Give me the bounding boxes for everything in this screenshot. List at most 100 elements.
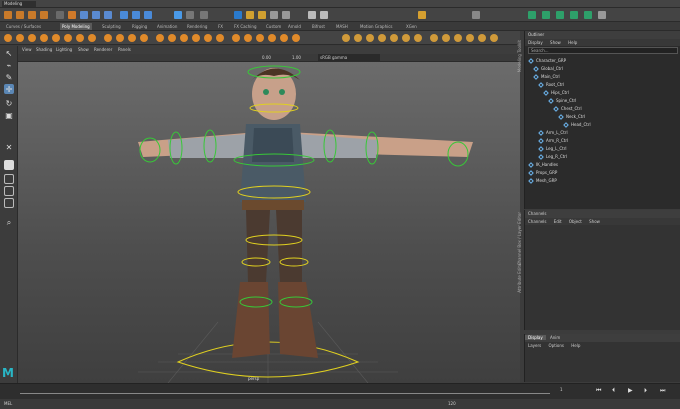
channel-box-icon[interactable]	[584, 11, 592, 19]
outliner-item[interactable]: Hips_Ctrl	[543, 89, 569, 97]
outliner-item[interactable]: Neck_Ctrl	[558, 113, 585, 121]
tab-xgen[interactable]: XGen	[404, 23, 419, 30]
append-icon[interactable]	[216, 34, 224, 42]
layout-uv-icon[interactable]	[402, 34, 410, 42]
tab-poly-modeling[interactable]: Poly Modeling	[60, 23, 92, 30]
single-view-icon[interactable]	[4, 160, 14, 170]
workspace-dropdown[interactable]: Modeling	[2, 1, 36, 7]
poly-disc-icon[interactable]	[76, 34, 84, 42]
viewport-menu-lighting[interactable]: Lighting	[56, 47, 72, 52]
poly-torus-icon[interactable]	[52, 34, 60, 42]
tab-arnold[interactable]: Arnold	[286, 23, 303, 30]
tab-anim-layers[interactable]: Anim	[547, 335, 563, 340]
outliner-item[interactable]: Character_GRP	[528, 57, 566, 65]
rotate-tool-icon[interactable]: ↻	[4, 98, 14, 108]
spherical-map-icon[interactable]	[390, 34, 398, 42]
close-icon[interactable]: ✕	[4, 142, 14, 152]
outliner-menu-help[interactable]: Help	[568, 40, 577, 45]
step-back-icon[interactable]: ⏴	[612, 387, 615, 395]
modeling-toolkit-icon[interactable]	[542, 11, 550, 19]
snap-curve-icon[interactable]	[132, 11, 140, 19]
separate-icon[interactable]	[128, 34, 136, 42]
cut-uv-icon[interactable]	[414, 34, 422, 42]
outliner-item[interactable]: Global_Ctrl	[533, 65, 563, 73]
tool-settings-icon[interactable]	[570, 11, 578, 19]
tab-mash[interactable]: MASH	[334, 23, 350, 30]
poly-cylinder-icon[interactable]	[28, 34, 36, 42]
stack-icon[interactable]	[490, 34, 498, 42]
render-settings-icon[interactable]	[270, 11, 278, 19]
poly-cone-icon[interactable]	[40, 34, 48, 42]
auto-uv-icon[interactable]	[366, 34, 374, 42]
time-slider[interactable]: 1 ⏮ ⏴ ▶ ⏵ ⏭	[0, 383, 680, 399]
merge-icon[interactable]	[204, 34, 212, 42]
lasso-tool-icon[interactable]: ⌁	[4, 60, 14, 70]
select-hierarchy-icon[interactable]	[16, 11, 24, 19]
viewport-menu-renderer[interactable]: Renderer	[94, 47, 112, 52]
outliner-menu-display[interactable]: Display	[528, 40, 543, 45]
select-object-icon[interactable]	[28, 11, 36, 19]
snap-plane-icon[interactable]	[174, 11, 182, 19]
range-end[interactable]: 120	[448, 401, 456, 406]
snap-point-icon[interactable]	[144, 11, 152, 19]
colorspace-dropdown[interactable]: sRGB gamma	[318, 54, 380, 61]
outliner-item[interactable]: Leg_R_Ctrl	[538, 153, 567, 161]
unfold-icon[interactable]	[442, 34, 450, 42]
command-language[interactable]: MEL	[4, 401, 12, 406]
outliner-item[interactable]: Chest_Ctrl	[553, 105, 582, 113]
outliner-item[interactable]: Props_GRP	[528, 169, 557, 177]
platonic-icon[interactable]	[88, 34, 96, 42]
tab-rendering[interactable]: Rendering	[185, 23, 209, 30]
save-scene-icon[interactable]	[80, 11, 88, 19]
multi-cut-icon[interactable]	[232, 34, 240, 42]
render-view-icon[interactable]	[234, 11, 242, 19]
quad-draw-icon[interactable]	[256, 34, 264, 42]
current-frame[interactable]: 1	[560, 387, 563, 392]
boolean-icon[interactable]	[156, 34, 164, 42]
orient-icon[interactable]	[478, 34, 486, 42]
straighten-icon[interactable]	[454, 34, 462, 42]
tab-sculpting[interactable]: Sculpting	[100, 23, 123, 30]
move-tool-icon[interactable]: ✛	[4, 84, 14, 94]
offset-edge-loop-icon[interactable]	[280, 34, 288, 42]
sidebar-toggle-icon[interactable]	[528, 11, 536, 19]
scale-tool-icon[interactable]: ▣	[4, 110, 14, 120]
insert-edge-loop-icon[interactable]	[268, 34, 276, 42]
channel-menu-object[interactable]: Object	[569, 219, 582, 224]
layer-menu-options[interactable]: Options	[549, 343, 564, 348]
go-end-icon[interactable]: ⏭	[660, 387, 665, 395]
tab-custom[interactable]: Custom	[264, 23, 283, 30]
four-view-icon[interactable]	[4, 174, 14, 184]
persp-outliner-icon[interactable]	[4, 186, 14, 196]
outliner-search-input[interactable]: Search...	[528, 47, 678, 54]
input-line-icon[interactable]	[472, 11, 480, 19]
gamma-field[interactable]: 1.00	[292, 55, 301, 60]
step-forward-icon[interactable]: ⏵	[644, 387, 647, 395]
menu-set-icon[interactable]	[4, 11, 12, 19]
exposure-field[interactable]: 0.00	[262, 55, 271, 60]
outliner-item[interactable]: Arm_R_Ctrl	[538, 137, 568, 145]
attribute-editor-icon[interactable]	[556, 11, 564, 19]
outliner-item[interactable]: Spine_Ctrl	[548, 97, 576, 105]
tab-animation[interactable]: Animation	[155, 23, 179, 30]
layer-menu-help[interactable]: Help	[571, 343, 580, 348]
select-component-icon[interactable]	[40, 11, 48, 19]
outliner-item[interactable]: Head_Ctrl	[563, 121, 591, 129]
viewport-menu-panels[interactable]: Panels	[118, 47, 131, 52]
arnold-render-icon[interactable]	[308, 11, 316, 19]
tab-display-layers[interactable]: Display	[525, 335, 546, 340]
poly-plane-icon[interactable]	[64, 34, 72, 42]
target-weld-icon[interactable]	[244, 34, 252, 42]
outliner-icon[interactable]	[598, 11, 606, 19]
bridge-icon[interactable]	[180, 34, 188, 42]
outliner-item[interactable]: Root_Ctrl	[538, 81, 564, 89]
go-start-icon[interactable]: ⏮	[596, 387, 601, 395]
arnold-settings-icon[interactable]	[320, 11, 328, 19]
layer-menu-layers[interactable]: Layers	[528, 343, 541, 348]
mirror-icon[interactable]	[292, 34, 300, 42]
extrude-icon[interactable]	[168, 34, 176, 42]
viewport-menu-view[interactable]: View	[22, 47, 32, 52]
poly-sphere-icon[interactable]	[4, 34, 12, 42]
open-scene-icon[interactable]	[68, 11, 76, 19]
side-tab-channel-box[interactable]: Channel Box / Layer Editor	[517, 212, 522, 265]
